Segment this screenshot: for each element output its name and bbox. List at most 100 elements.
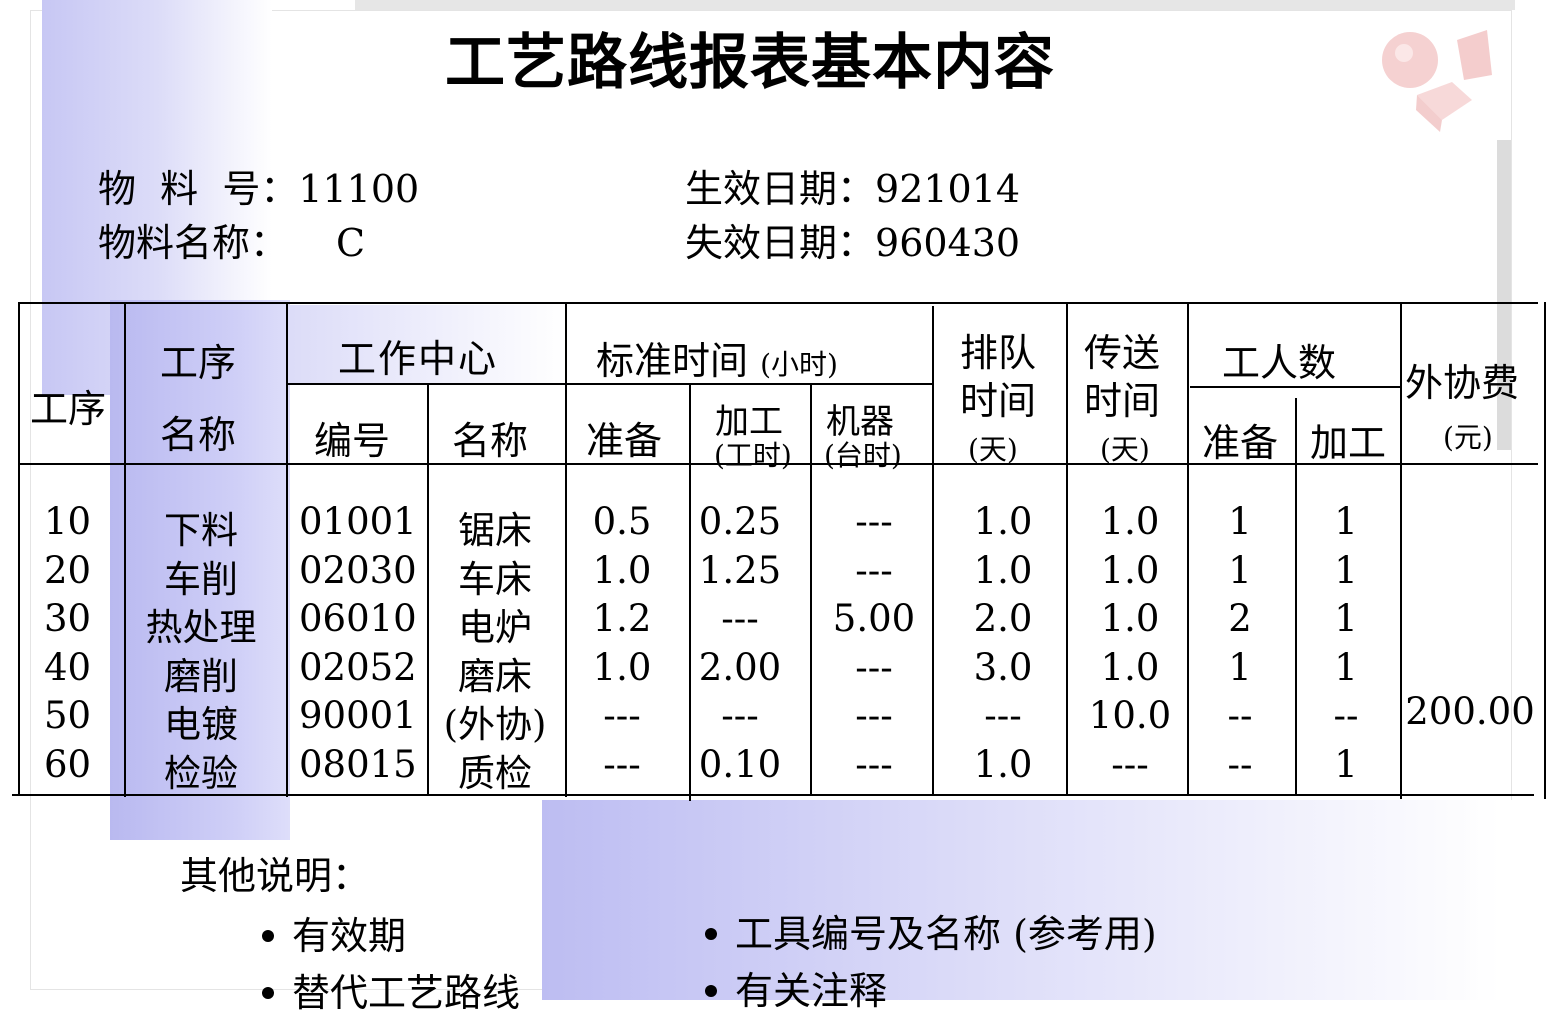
expire-date-value: 960430 [875, 221, 1021, 265]
header-queue-1: 排队 [960, 331, 1037, 375]
header-work-center: 工作中心 [338, 337, 499, 381]
col-line-8 [1066, 302, 1068, 795]
col-line-11 [1400, 302, 1402, 799]
col-line-7 [932, 306, 934, 795]
table-cell-w-proc: 1 [1334, 645, 1358, 689]
header-wc-name: 名称 [452, 419, 529, 463]
col-line-2 [286, 302, 288, 797]
table-cell-w-proc: 1 [1334, 742, 1358, 786]
table-cell-machine: --- [855, 742, 893, 786]
material-no-value: 11100 [298, 167, 420, 211]
col-line-1 [124, 302, 126, 797]
header-workers: 工人数 [1222, 341, 1337, 385]
table-cell-transfer: 1.0 [1100, 548, 1160, 592]
header-op: 工序 [30, 387, 107, 431]
table-cell-name: 检验 [164, 751, 238, 795]
table-cell-process: 0.10 [698, 742, 782, 786]
table-cell-transfer: 1.0 [1100, 645, 1160, 689]
table-bottom-border [12, 794, 1534, 796]
material-no-row: 物 料 号：11100 [98, 158, 419, 213]
bottom-decor-gradient [542, 800, 1551, 1000]
table-cell-center: 质检 [458, 751, 532, 795]
effective-date-label: 生效日期： [685, 167, 876, 211]
material-name-label: 物料名称： [98, 221, 289, 265]
col-line-12 [1544, 302, 1546, 799]
header-transfer-1: 传送 [1084, 331, 1161, 375]
table-cell-process: --- [721, 694, 759, 737]
col-line-5 [689, 383, 691, 801]
note-text: 有效期 [292, 914, 407, 958]
table-cell-code: 02052 [299, 645, 417, 689]
material-name-value: C [336, 221, 366, 265]
table-cell-process: 2.00 [698, 645, 782, 689]
table-cell-prep: --- [603, 694, 641, 737]
header-wc-code: 编号 [314, 419, 391, 463]
header-std-time-unit: (小时) [760, 348, 838, 381]
col-line-9 [1187, 302, 1189, 795]
header-queue-unit: (天) [968, 433, 1018, 466]
table-cell-w-proc: 1 [1334, 548, 1358, 592]
table-cell-prep: 1.0 [592, 548, 652, 592]
notes-label: 其他说明： [180, 854, 371, 898]
table-cell-w-prep: -- [1227, 742, 1253, 786]
table-cell-process: 0.25 [698, 500, 782, 543]
col-line-0 [18, 302, 20, 794]
effective-date-row: 生效日期：921014 [685, 158, 1020, 213]
table-cell-center: 车床 [458, 557, 532, 601]
header-queue-2: 时间 [960, 379, 1037, 423]
table-cell-queue: --- [984, 694, 1022, 737]
col-line-4 [565, 302, 567, 797]
note-text: 有关注释 [735, 969, 888, 1013]
table-cell-w-prep: 1 [1228, 548, 1252, 592]
table-cell-w-prep: 2 [1228, 597, 1252, 640]
top-decor-bar [355, 0, 1515, 10]
material-name-row: 物料名称： C [98, 212, 365, 267]
table-cell-center: (外协) [443, 703, 547, 746]
table-cell-w-prep: 1 [1228, 500, 1252, 543]
table-cell-name: 热处理 [145, 606, 257, 649]
table-cell-transfer: 1.0 [1100, 597, 1160, 640]
bullet-icon [705, 984, 717, 997]
table-cell-queue: 3.0 [973, 645, 1033, 689]
table-cell-w-prep: -- [1227, 694, 1253, 737]
expire-date-label: 失效日期： [685, 221, 876, 265]
table-cell-queue: 1.0 [973, 548, 1033, 592]
table-cell-code: 01001 [299, 500, 417, 543]
table-cell-code: 90001 [299, 694, 417, 737]
header-transfer-unit: (天) [1100, 433, 1150, 466]
bullet-icon [262, 986, 274, 999]
table-cell-w-prep: 1 [1228, 645, 1252, 689]
expire-date-row: 失效日期：960430 [685, 212, 1020, 267]
table-cell-queue: 1.0 [973, 742, 1033, 786]
table-cell-machine: --- [855, 694, 893, 737]
table-cell-machine: --- [855, 500, 893, 543]
table-cell-center: 电炉 [458, 606, 532, 649]
page-title: 工艺路线报表基本内容 [445, 28, 1055, 98]
header-outsource: 外协费 [1405, 361, 1520, 405]
header-std-time-label: 标准时间 [596, 339, 749, 383]
table-cell-prep: 0.5 [592, 500, 652, 543]
table-cell-center: 磨床 [458, 654, 532, 698]
header-op-name-2: 名称 [160, 413, 237, 457]
bullet-icon [705, 927, 717, 940]
header-machine-unit: (台时) [824, 439, 902, 472]
note-item: 工具编号及名称 (参考用) [705, 903, 1157, 958]
note-item: 有关注释 [705, 960, 887, 1015]
header-transfer-2: 时间 [1084, 379, 1161, 423]
table-cell-queue: 2.0 [973, 597, 1033, 640]
header-workers-process: 加工 [1310, 421, 1387, 465]
bullet-icon [262, 929, 274, 942]
table-cell-prep: --- [603, 742, 641, 786]
table-cell-queue: 1.0 [973, 500, 1033, 543]
header-process-unit: (工时) [714, 439, 792, 472]
table-cell-op: 10 [44, 500, 92, 543]
note-text: 替代工艺路线 [292, 971, 521, 1015]
table-cell-op: 40 [44, 645, 92, 689]
table-cell-code: 02030 [299, 548, 417, 592]
effective-date-value: 921014 [875, 167, 1021, 211]
table-cell-machine: --- [855, 548, 893, 592]
table-cell-machine: --- [855, 645, 893, 689]
table-cell-process: 1.25 [698, 548, 782, 592]
table-cell-process: --- [721, 597, 759, 640]
header-std-time: 标准时间 (小时) [596, 330, 838, 385]
